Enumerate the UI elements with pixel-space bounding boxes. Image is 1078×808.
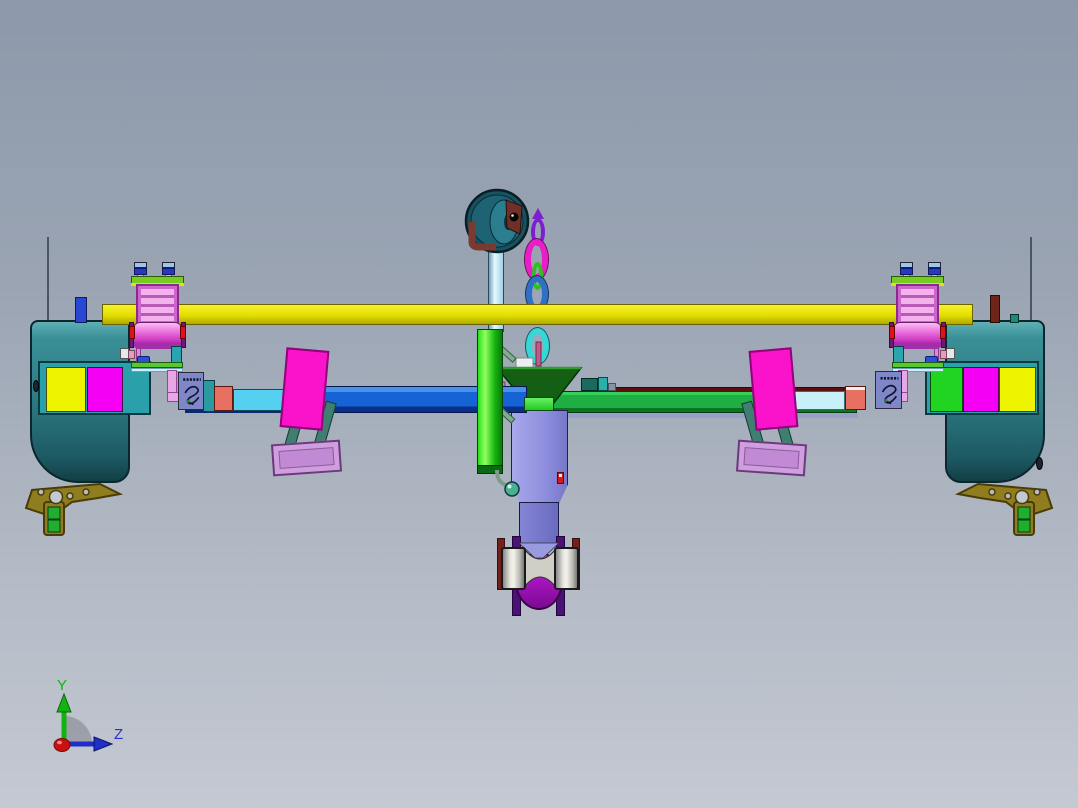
funnel-rod [535, 341, 542, 367]
left-mount-tray[interactable] [270, 439, 343, 477]
drain-ball [504, 481, 520, 497]
linkage-nut-1 [134, 268, 147, 275]
left-wheel-segment-magenta [87, 367, 123, 412]
right-emblem-graphic [880, 377, 899, 405]
center-gray-step [608, 383, 616, 391]
linkage-red-clip-right [180, 326, 186, 339]
left-scraper-green-pad-1 [47, 506, 61, 520]
roller-bearing-left[interactable] [501, 547, 526, 590]
right-fender-knob [1036, 457, 1043, 470]
right-antenna-rod[interactable] [1030, 237, 1032, 322]
top-pulley[interactable] [462, 186, 540, 258]
linkage-frame [896, 284, 939, 324]
linkage-rungs [141, 289, 174, 321]
right-paddle-assembly[interactable] [733, 345, 808, 480]
left-antenna-rod[interactable] [47, 237, 49, 322]
cad-viewport[interactable]: Y Z [0, 0, 1078, 808]
hydraulic-cylinder[interactable] [477, 329, 503, 467]
right-teal-stub [1010, 314, 1019, 323]
linkage-red-clip-right [889, 326, 895, 339]
right-tray-inner [743, 447, 800, 469]
right-mount-tray[interactable] [735, 439, 808, 477]
center-housing-mid[interactable] [519, 502, 559, 544]
linkage-frame [136, 284, 179, 324]
drain-tube-and-ball[interactable] [493, 468, 521, 498]
orientation-triad: Y Z [53, 677, 123, 752]
left-salmon-block[interactable] [214, 386, 233, 411]
z-axis-label: Z [114, 726, 123, 743]
triad-quarter-disc [64, 716, 92, 744]
left-emblem-graphic [183, 378, 201, 406]
center-teal-box-light [598, 377, 608, 391]
left-emblem-plate[interactable] [178, 372, 204, 410]
left-wheel-segment-yellow [46, 367, 86, 412]
linkage-rungs [901, 289, 934, 321]
right-beam-understrip [552, 413, 858, 418]
housing-red-clip [557, 472, 564, 484]
main-cross-beam[interactable] [102, 304, 973, 325]
x-axis-origin-dot [53, 738, 71, 752]
left-closing-paddle[interactable] [279, 347, 330, 431]
funnel-green-tray [524, 397, 554, 411]
roller-hourglass [524, 548, 556, 588]
roller-bearing-right[interactable] [554, 547, 579, 590]
right-wheel-segment-yellow [999, 367, 1036, 412]
linkage-nut-2 [162, 268, 175, 275]
right-salmon-block[interactable] [845, 386, 866, 410]
linkage-red-clip-left [129, 326, 135, 339]
right-salmon-top-edge [846, 387, 865, 390]
y-axis-label: Y [57, 677, 67, 694]
left-fender-knob [33, 380, 39, 392]
right-emblem-plate[interactable] [875, 371, 902, 409]
pulley-eye [509, 212, 519, 222]
left-paddle-assembly[interactable] [270, 345, 345, 480]
right-wheel-segment-magenta [963, 367, 999, 412]
left-tray-inner [278, 447, 335, 469]
left-scraper-green-pad-2 [47, 519, 61, 533]
linkage-nut-2 [900, 268, 913, 275]
right-scraper-bracket[interactable] [948, 474, 1058, 538]
right-white-fitting [946, 348, 955, 359]
left-scraper-bracket[interactable] [20, 474, 130, 538]
linkage-nut-1 [928, 268, 941, 275]
linkage-red-clip-left [940, 326, 946, 339]
right-closing-paddle[interactable] [748, 347, 799, 431]
right-maroon-post[interactable] [990, 295, 1000, 323]
funnel-white-cap [515, 357, 534, 369]
left-blue-post[interactable] [75, 297, 87, 323]
